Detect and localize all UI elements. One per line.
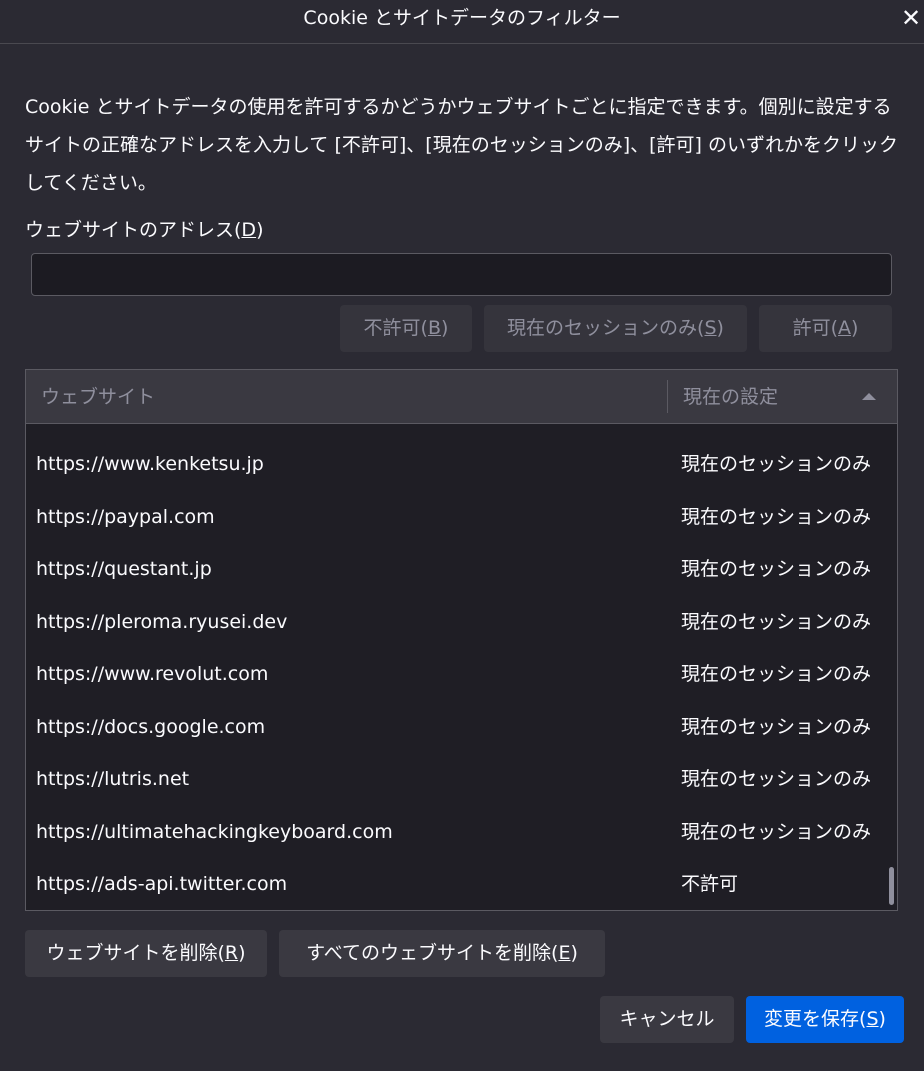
row-status: 現在のセッションのみ	[681, 768, 872, 790]
row-site: https://lutris.net	[36, 768, 190, 790]
table-row[interactable]: https://questant.jp 現在のセッションのみ	[26, 543, 886, 595]
dialog-description: Cookie とサイトデータの使用を許可するかどうかウェブサイトごとに指定できま…	[25, 96, 898, 194]
table-row[interactable]: https://ads-api.twitter.com 不許可	[26, 858, 886, 910]
row-site: https://ads-api.twitter.com	[36, 873, 288, 895]
table-row[interactable]: https://www.kenketsu.jp 現在のセッションのみ	[26, 438, 886, 490]
address-label: ウェブサイトのアドレス(D)	[25, 214, 263, 246]
table-row[interactable]: https://pleroma.ryusei.dev 現在のセッションのみ	[26, 596, 886, 648]
allow-button[interactable]: 許可(A)	[759, 305, 892, 352]
table-row[interactable]: https://www.revolut.com 現在のセッションのみ	[26, 648, 886, 700]
remove-all-button-accesskey: E	[558, 942, 571, 964]
remove-button-end: )	[238, 942, 246, 964]
block-button[interactable]: 不許可(B)	[340, 305, 472, 352]
block-button-label: 不許可(	[363, 317, 428, 339]
table-header: ウェブサイト 現在の設定	[26, 370, 897, 424]
save-button-label: 変更を保存(	[764, 1008, 867, 1030]
allow-button-accesskey: A	[838, 317, 851, 339]
save-button-end: )	[878, 1008, 886, 1030]
row-site: https://docs.google.com	[36, 716, 266, 738]
address-label-accesskey: D	[241, 219, 257, 241]
row-site: https://ultimatehackingkeyboard.com	[36, 821, 393, 843]
table-scrollbar[interactable]	[886, 425, 897, 910]
column-header-status[interactable]: 現在の設定	[683, 370, 853, 424]
table-body: https://www.kenketsu.jp 現在のセッションのみ https:…	[26, 425, 886, 910]
row-status: 不許可	[681, 873, 739, 895]
close-icon[interactable]: ✕	[898, 4, 924, 32]
allow-button-label: 許可(	[792, 317, 838, 339]
website-address-input[interactable]	[31, 253, 892, 296]
row-status: 現在のセッションのみ	[681, 453, 872, 475]
save-button-accesskey: S	[866, 1008, 879, 1030]
session-button-accesskey: S	[704, 317, 717, 339]
column-divider[interactable]	[667, 380, 668, 413]
remove-all-button-label: すべてのウェブサイトを削除(	[306, 942, 559, 964]
row-status: 現在のセッションのみ	[681, 558, 872, 580]
remove-all-button-end: )	[570, 942, 578, 964]
table-row[interactable]: https://lutris.net 現在のセッションのみ	[26, 753, 886, 805]
address-label-end: )	[256, 219, 264, 241]
block-button-end: )	[441, 317, 449, 339]
table-row[interactable]: https://paypal.com 現在のセッションのみ	[26, 491, 886, 543]
remove-button-label: ウェブサイトを削除(	[46, 942, 225, 964]
session-only-button[interactable]: 現在のセッションのみ(S)	[484, 305, 747, 352]
websites-table: ウェブサイト 現在の設定 https://www.kenketsu.jp 現在のセ…	[25, 369, 898, 911]
row-status: 現在のセッションのみ	[681, 611, 872, 633]
row-site: https://paypal.com	[36, 506, 215, 528]
session-button-label: 現在のセッションのみ(	[507, 317, 705, 339]
table-row[interactable]: https://ultimatehackingkeyboard.com 現在のセッ…	[26, 806, 886, 858]
cancel-button[interactable]: キャンセル	[600, 996, 734, 1043]
column-header-website[interactable]: ウェブサイト	[41, 370, 661, 424]
remove-website-button[interactable]: ウェブサイトを削除(R)	[25, 930, 267, 977]
row-status: 現在のセッションのみ	[681, 506, 872, 528]
row-site: https://www.revolut.com	[36, 663, 269, 685]
row-site: https://pleroma.ryusei.dev	[36, 611, 288, 633]
sort-ascending-icon	[862, 393, 876, 400]
session-button-end: )	[716, 317, 724, 339]
table-row[interactable]: https://docs.google.com 現在のセッションのみ	[26, 701, 886, 753]
allow-button-end: )	[851, 317, 859, 339]
dialog-titlebar: Cookie とサイトデータのフィルター ✕	[0, 0, 924, 44]
remove-button-accesskey: R	[224, 942, 239, 964]
save-changes-button[interactable]: 変更を保存(S)	[746, 996, 904, 1043]
row-status: 現在のセッションのみ	[681, 716, 872, 738]
dialog-title: Cookie とサイトデータのフィルター	[303, 7, 621, 29]
address-label-text: ウェブサイトのアドレス(	[25, 219, 242, 241]
block-button-accesskey: B	[427, 317, 442, 339]
row-status: 現在のセッションのみ	[681, 663, 872, 685]
row-site: https://questant.jp	[36, 558, 212, 580]
row-status: 現在のセッションのみ	[681, 821, 872, 843]
remove-all-websites-button[interactable]: すべてのウェブサイトを削除(E)	[279, 930, 605, 977]
row-site: https://www.kenketsu.jp	[36, 453, 264, 475]
scrollbar-thumb[interactable]	[889, 867, 894, 905]
